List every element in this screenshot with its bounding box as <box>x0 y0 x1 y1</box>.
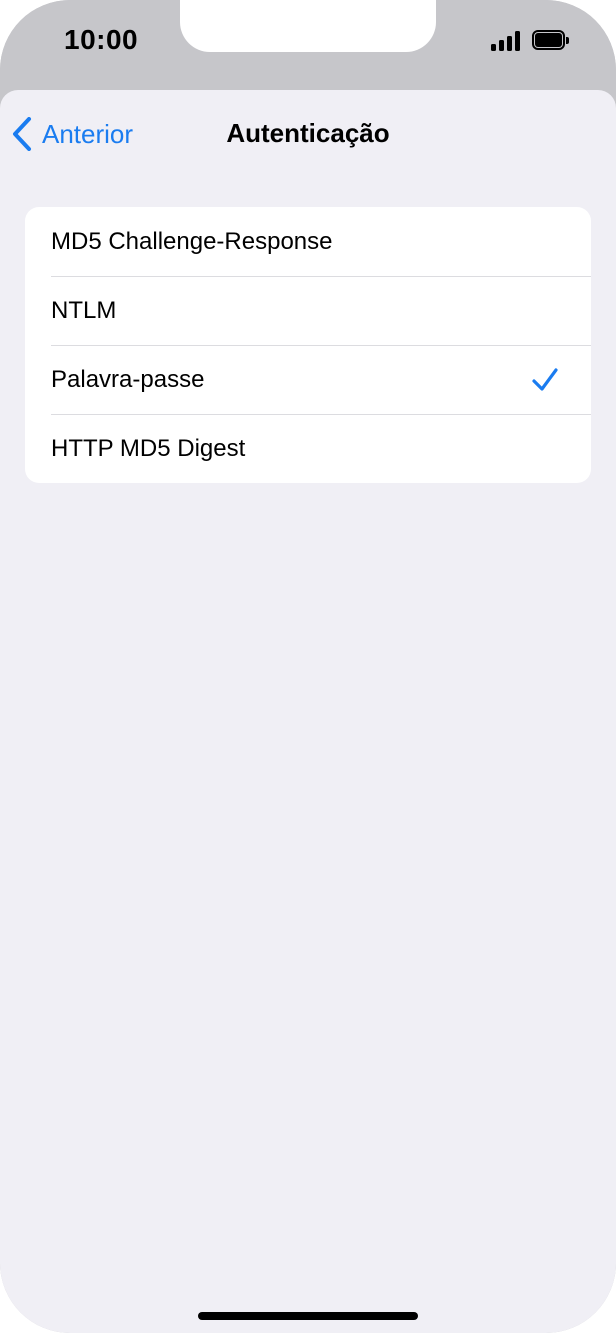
option-label: Palavra-passe <box>51 365 205 393</box>
checkmark-icon <box>532 368 558 391</box>
screen: Anterior Autenticação MD5 Challenge-Resp… <box>0 90 616 1333</box>
option-palavra-passe[interactable]: Palavra-passe <box>25 345 591 414</box>
home-indicator[interactable] <box>198 1312 418 1320</box>
option-label: NTLM <box>51 296 117 324</box>
battery-full-icon <box>532 30 569 50</box>
status-time: 10:00 <box>64 24 139 55</box>
option-label: MD5 Challenge-Response <box>51 227 333 255</box>
phone-frame: 10:00 Anterior Autenticação MD5 Challeng… <box>0 0 616 1333</box>
authentication-options-list: MD5 Challenge-Response NTLM Palavra-pass… <box>25 207 591 483</box>
option-http-md5-digest[interactable]: HTTP MD5 Digest <box>25 414 591 483</box>
notch <box>180 0 436 52</box>
option-label: HTTP MD5 Digest <box>51 434 246 462</box>
navigation-bar: Anterior Autenticação <box>0 90 616 180</box>
page-title: Autenticação <box>226 118 390 148</box>
cellular-signal-icon <box>491 31 523 51</box>
status-bar: 10:00 <box>0 0 616 90</box>
option-ntlm[interactable]: NTLM <box>25 276 591 345</box>
option-md5-challenge-response[interactable]: MD5 Challenge-Response <box>25 207 591 276</box>
